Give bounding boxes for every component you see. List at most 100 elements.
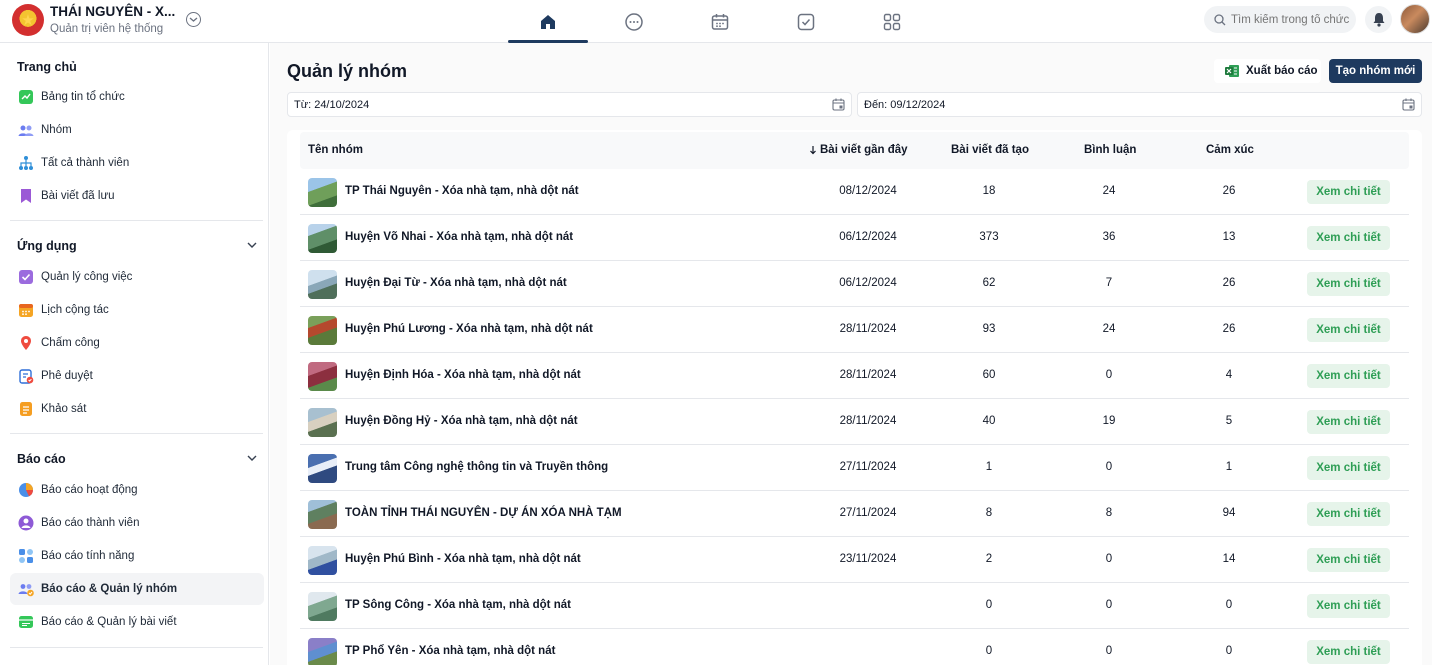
chevron-down-icon[interactable] <box>247 454 257 462</box>
group-name[interactable]: Trung tâm Công nghệ thông tin và Truyền … <box>345 461 608 473</box>
sidebar-item-collab-calendar[interactable]: Lịch cộng tác <box>10 294 264 326</box>
sidebar-item-activity-report[interactable]: Báo cáo hoạt động <box>10 474 264 506</box>
column-reactions[interactable]: Cảm xúc <box>1206 144 1254 156</box>
sidebar-item-all-members[interactable]: Tất cả thành viên <box>10 147 264 179</box>
org-switcher[interactable]: ★ THÁI NGUYÊN - X... Quản trị viên hệ th… <box>12 4 175 36</box>
notification-button[interactable] <box>1365 6 1392 33</box>
group-name[interactable]: TP Thái Nguyên - Xóa nhà tạm, nhà dột ná… <box>345 185 579 197</box>
sidebar-item-approval[interactable]: Phê duyệt <box>10 360 264 392</box>
group-thumbnail[interactable] <box>308 270 337 299</box>
sidebar-item-task-management[interactable]: Quản lý công việc <box>10 261 264 293</box>
comments-count: 8 <box>1105 507 1113 519</box>
location-pin-icon <box>18 335 34 351</box>
column-posts-created[interactable]: Bài viết đã tạo <box>951 144 1029 156</box>
view-detail-button[interactable]: Xem chi tiết <box>1307 180 1390 204</box>
view-detail-button[interactable]: Xem chi tiết <box>1307 364 1390 388</box>
column-recent-posts[interactable]: Bài viết gần đây <box>809 144 908 156</box>
posts-count: 40 <box>982 415 996 427</box>
nav-tasks[interactable] <box>766 0 846 43</box>
group-thumbnail[interactable] <box>308 638 337 665</box>
calendar-icon[interactable] <box>832 98 845 111</box>
column-group-name[interactable]: Tên nhóm <box>308 144 363 156</box>
chevron-down-icon[interactable] <box>247 241 257 249</box>
group-name[interactable]: Huyện Phú Bình - Xóa nhà tạm, nhà dột ná… <box>345 553 581 565</box>
table-header: Tên nhóm Bài viết gần đây Bài viết đã tạ… <box>300 132 1409 169</box>
user-avatar[interactable] <box>1400 4 1430 34</box>
export-report-button[interactable]: Xuất báo cáo <box>1214 59 1321 83</box>
sidebar-item-group-report[interactable]: Báo cáo & Quản lý nhóm <box>10 573 264 605</box>
group-name[interactable]: Huyện Phú Lương - Xóa nhà tạm, nhà dột n… <box>345 323 593 335</box>
sidebar-item-feature-report[interactable]: Báo cáo tính năng <box>10 540 264 572</box>
recent-post-date: 27/11/2024 <box>839 507 897 519</box>
group-thumbnail[interactable] <box>308 546 337 575</box>
view-detail-button[interactable]: Xem chi tiết <box>1307 456 1390 480</box>
table-row: TP Thái Nguyên - Xóa nhà tạm, nhà dột ná… <box>300 169 1409 215</box>
group-thumbnail[interactable] <box>308 408 337 437</box>
search-box[interactable] <box>1204 6 1356 33</box>
sidebar-item-saved-posts[interactable]: Bài viết đã lưu <box>10 180 264 212</box>
view-detail-button[interactable]: Xem chi tiết <box>1307 410 1390 434</box>
group-thumbnail[interactable] <box>308 592 337 621</box>
view-detail-button[interactable]: Xem chi tiết <box>1307 548 1390 572</box>
reactions-count: 26 <box>1222 323 1236 335</box>
members-tree-icon <box>18 155 34 171</box>
posts-count: 62 <box>982 277 996 289</box>
reactions-count: 0 <box>1225 645 1233 657</box>
column-comments[interactable]: Bình luận <box>1084 144 1136 156</box>
view-detail-button[interactable]: Xem chi tiết <box>1307 272 1390 296</box>
view-detail-button[interactable]: Xem chi tiết <box>1307 226 1390 250</box>
group-thumbnail[interactable] <box>308 316 337 345</box>
group-thumbnail[interactable] <box>308 178 337 207</box>
group-thumbnail[interactable] <box>308 224 337 253</box>
view-detail-button[interactable]: Xem chi tiết <box>1307 318 1390 342</box>
posts-count: 0 <box>985 599 993 611</box>
view-detail-button[interactable]: Xem chi tiết <box>1307 502 1390 526</box>
sidebar-item-post-report[interactable]: Báo cáo & Quản lý bài viết <box>10 606 264 638</box>
group-name[interactable]: Huyện Võ Nhai - Xóa nhà tạm, nhà dột nát <box>345 231 573 243</box>
recent-post-date: 23/11/2024 <box>839 553 897 565</box>
post-report-icon <box>18 614 34 630</box>
user-report-icon <box>18 515 34 531</box>
view-detail-button[interactable]: Xem chi tiết <box>1307 640 1390 664</box>
group-name[interactable]: TP Phổ Yên - Xóa nhà tạm, nhà dột nát <box>345 645 555 657</box>
table-row: TOÀN TỈNH THÁI NGUYÊN - DỰ ÁN XÓA NHÀ TẠ… <box>300 491 1409 537</box>
sidebar-section-apps: Ứng dụng <box>17 239 77 253</box>
pie-chart-icon <box>18 482 34 498</box>
view-detail-button[interactable]: Xem chi tiết <box>1307 594 1390 618</box>
sidebar-item-label: Báo cáo tính năng <box>41 550 135 562</box>
table-row: Trung tâm Công nghệ thông tin và Truyền … <box>300 445 1409 491</box>
sidebar-item-timekeeping[interactable]: Chấm công <box>10 327 264 359</box>
chevron-down-icon[interactable] <box>186 12 201 27</box>
check-square-icon <box>797 13 815 30</box>
group-thumbnail[interactable] <box>308 362 337 391</box>
sidebar-item-groups[interactable]: Nhóm <box>10 114 264 146</box>
sidebar-section-home: Trang chủ <box>17 60 77 74</box>
group-name[interactable]: Huyện Đại Từ - Xóa nhà tạm, nhà dột nát <box>345 277 567 289</box>
date-to-field[interactable]: Đến: 09/12/2024 <box>857 92 1422 117</box>
approval-icon <box>18 368 34 384</box>
group-name[interactable]: TP Sông Công - Xóa nhà tạm, nhà dột nát <box>345 599 571 611</box>
bookmark-icon <box>18 188 34 204</box>
nav-apps[interactable] <box>852 0 932 43</box>
sidebar-item-member-report[interactable]: Báo cáo thành viên <box>10 507 264 539</box>
group-thumbnail[interactable] <box>308 500 337 529</box>
calendar-icon[interactable] <box>1402 98 1415 111</box>
chat-icon <box>625 12 643 31</box>
group-name[interactable]: TOÀN TỈNH THÁI NGUYÊN - DỰ ÁN XÓA NHÀ TẠ… <box>345 507 622 519</box>
create-group-button[interactable]: Tạo nhóm mới <box>1329 59 1422 83</box>
nav-chat[interactable] <box>594 0 674 43</box>
nav-home[interactable] <box>508 0 588 43</box>
date-from-field[interactable]: Từ: 24/10/2024 <box>287 92 852 117</box>
group-name[interactable]: Huyện Định Hóa - Xóa nhà tạm, nhà dột ná… <box>345 369 581 381</box>
comments-count: 0 <box>1105 645 1113 657</box>
sidebar-item-label: Quản lý công việc <box>41 271 133 283</box>
nav-calendar[interactable] <box>680 0 760 43</box>
search-input[interactable] <box>1231 13 1355 26</box>
group-thumbnail[interactable] <box>308 454 337 483</box>
recent-post-date: 08/12/2024 <box>839 185 897 197</box>
sidebar-item-survey[interactable]: Khảo sát <box>10 393 264 425</box>
groups-table: Tên nhóm Bài viết gần đây Bài viết đã tạ… <box>287 130 1422 665</box>
sidebar-item-newsfeed[interactable]: Bảng tin tổ chức <box>10 81 264 113</box>
home-icon <box>541 14 555 29</box>
group-name[interactable]: Huyện Đồng Hỷ - Xóa nhà tạm, nhà dột nát <box>345 415 578 427</box>
